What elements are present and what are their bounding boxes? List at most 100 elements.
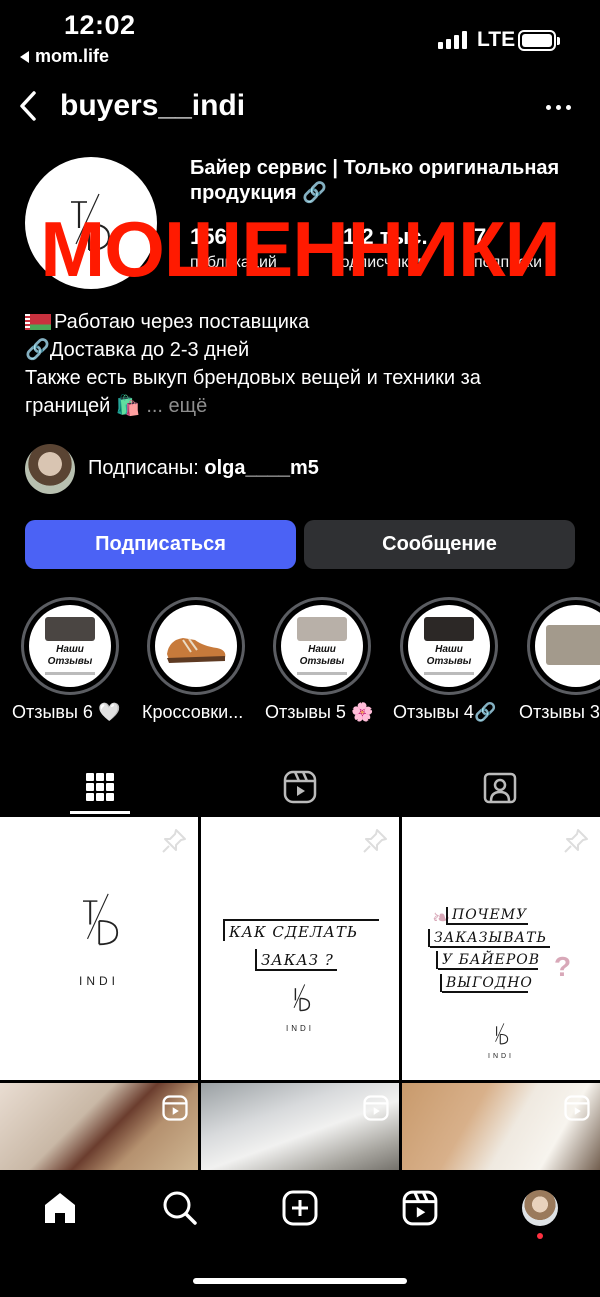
post-title-line-1: КАК СДЕЛАТЬ <box>229 923 358 941</box>
pin-icon <box>363 829 387 853</box>
indi-logo-icon <box>293 984 311 1012</box>
highlight-cover-title: Наши Отзывы <box>47 644 93 667</box>
highlight-label: Отзывы 3 <box>519 702 600 722</box>
belarus-flag-icon <box>25 314 51 330</box>
highlight-cover: Наши Отзывы <box>29 605 111 687</box>
post-title-line-3: У БАЙЕРОВ <box>442 952 541 968</box>
search-icon <box>163 1191 197 1225</box>
stat-followers-label: подписчиков <box>332 254 426 271</box>
dot <box>555 104 561 110</box>
post-tile-reel[interactable] <box>402 1083 600 1173</box>
highlight-label: Кроссовки... <box>142 702 244 722</box>
post-tile-reel[interactable] <box>201 1083 399 1173</box>
followed-by[interactable]: Подписаны: olga____m5 <box>88 457 319 480</box>
nav-create[interactable] <box>280 1188 320 1228</box>
home-icon <box>45 1193 75 1223</box>
profile-bio: Работаю через поставщика 🔗Доставка до 2-… <box>25 308 585 420</box>
status-time: 12:02 <box>64 10 136 40</box>
post-title-line-4: ВЫГОДНО <box>446 975 533 991</box>
nav-search[interactable] <box>160 1188 200 1228</box>
message-button[interactable]: Сообщение <box>304 520 575 569</box>
nav-reels[interactable] <box>400 1188 440 1228</box>
highlight-cover-title: Наши Отзывы <box>299 644 345 667</box>
highlight-cover <box>535 605 600 687</box>
reels-icon <box>564 1095 590 1121</box>
bio-more-link[interactable]: ... ещё <box>146 395 207 417</box>
stat-posts[interactable]: 156 публикаций <box>190 224 277 272</box>
tagged-person-icon <box>483 772 517 804</box>
highlight-cover <box>155 605 237 687</box>
pin-icon <box>162 829 186 853</box>
bio-line-4: границей 🛍️ <box>25 395 141 417</box>
highlight-cover-title: Наши Отзывы <box>426 644 472 667</box>
question-mark-icon: ? <box>554 951 572 982</box>
followed-by-prefix: Подписаны: <box>88 457 205 479</box>
post-brand: INDI <box>79 974 119 988</box>
reels-icon <box>162 1095 188 1121</box>
tab-reels[interactable] <box>200 760 400 814</box>
highlight-cover: Наши Отзывы <box>281 605 363 687</box>
profile-full-name: Байер сервис | Только оригинальная проду… <box>190 157 560 204</box>
highlight-reviews-6[interactable]: Наши Отзывы <box>21 597 119 695</box>
highlight-cover: Наши Отзывы <box>408 605 490 687</box>
reels-icon <box>402 1190 438 1226</box>
stat-following[interactable]: 7 подписки <box>474 224 542 272</box>
indi-logo-icon <box>495 1023 509 1045</box>
dot <box>565 104 571 110</box>
tab-grid[interactable] <box>0 760 200 814</box>
stat-followers-count: 11,2 тыс. <box>332 224 428 249</box>
reels-icon <box>363 1095 389 1121</box>
nav-profile[interactable] <box>520 1188 560 1228</box>
highlight-sneakers[interactable] <box>147 597 245 695</box>
post-brand: INDI <box>488 1053 514 1060</box>
add-post-icon <box>282 1190 318 1226</box>
back-to-app-link[interactable]: mom.life <box>20 46 109 67</box>
more-options-button[interactable] <box>540 92 576 122</box>
profile-username: buyers__indi <box>60 89 246 122</box>
highlight-label: Отзывы 6 🤍 <box>12 702 121 722</box>
dot <box>545 104 551 110</box>
bio-line-3: Также есть выкуп брендовых вещей и техни… <box>25 367 481 389</box>
highlight-reviews-4[interactable]: Наши Отзывы <box>400 597 498 695</box>
post-tile[interactable]: ❧ ПОЧЕМУ ЗАКАЗЫВАТЬ У БАЙЕРОВ ВЫГОДНО ? … <box>402 817 600 1080</box>
chevron-left-icon <box>20 91 36 121</box>
highlight-reviews-3[interactable] <box>527 597 600 695</box>
profile-avatar-small <box>522 1190 558 1226</box>
pin-icon <box>564 829 588 853</box>
indi-logo-icon <box>71 193 111 251</box>
stat-followers[interactable]: 11,2 тыс. подписчиков <box>332 224 428 272</box>
follow-button[interactable]: Подписаться <box>25 520 296 569</box>
home-indicator <box>193 1278 407 1284</box>
post-tile[interactable]: КАК СДЕЛАТЬ ЗАКАЗ ? INDI <box>201 817 399 1080</box>
highlight-label: Отзывы 4🔗 <box>393 702 497 722</box>
followed-by-avatar[interactable] <box>25 444 75 494</box>
stat-posts-count: 156 <box>190 224 227 249</box>
active-tab-indicator <box>70 811 130 814</box>
post-title-line-1: ПОЧЕМУ <box>452 907 528 923</box>
bio-line-2: 🔗Доставка до 2-3 дней <box>25 339 250 361</box>
sneaker-icon <box>167 638 226 663</box>
post-tile-reel[interactable] <box>0 1083 198 1173</box>
highlight-reviews-5[interactable]: Наши Отзывы <box>273 597 371 695</box>
stat-following-label: подписки <box>474 254 543 271</box>
back-app-label: mom.life <box>35 46 110 66</box>
bio-line-1: Работаю через поставщика <box>54 311 310 333</box>
post-tile[interactable]: INDI <box>0 817 198 1080</box>
grid-icon <box>86 773 114 801</box>
signal-icon <box>438 31 467 49</box>
stat-posts-label: публикаций <box>190 254 277 271</box>
battery-icon <box>518 30 556 51</box>
profile-avatar[interactable] <box>25 157 157 289</box>
back-triangle-icon <box>20 50 29 63</box>
stat-following-count: 7 <box>474 224 487 249</box>
profile-stats: 156 публикаций 11,2 тыс. подписчиков 7 п… <box>190 224 590 284</box>
highlight-label: Отзывы 5 🌸 <box>265 702 374 722</box>
reels-icon <box>283 770 317 804</box>
battery-tip <box>557 37 560 45</box>
post-title-line-2: ЗАКАЗЫВАТЬ <box>434 930 547 946</box>
network-label: LTE <box>477 28 516 51</box>
nav-home[interactable] <box>40 1188 80 1228</box>
indi-logo-icon <box>83 893 119 946</box>
tab-tagged[interactable] <box>400 760 600 814</box>
back-button[interactable] <box>10 88 46 124</box>
